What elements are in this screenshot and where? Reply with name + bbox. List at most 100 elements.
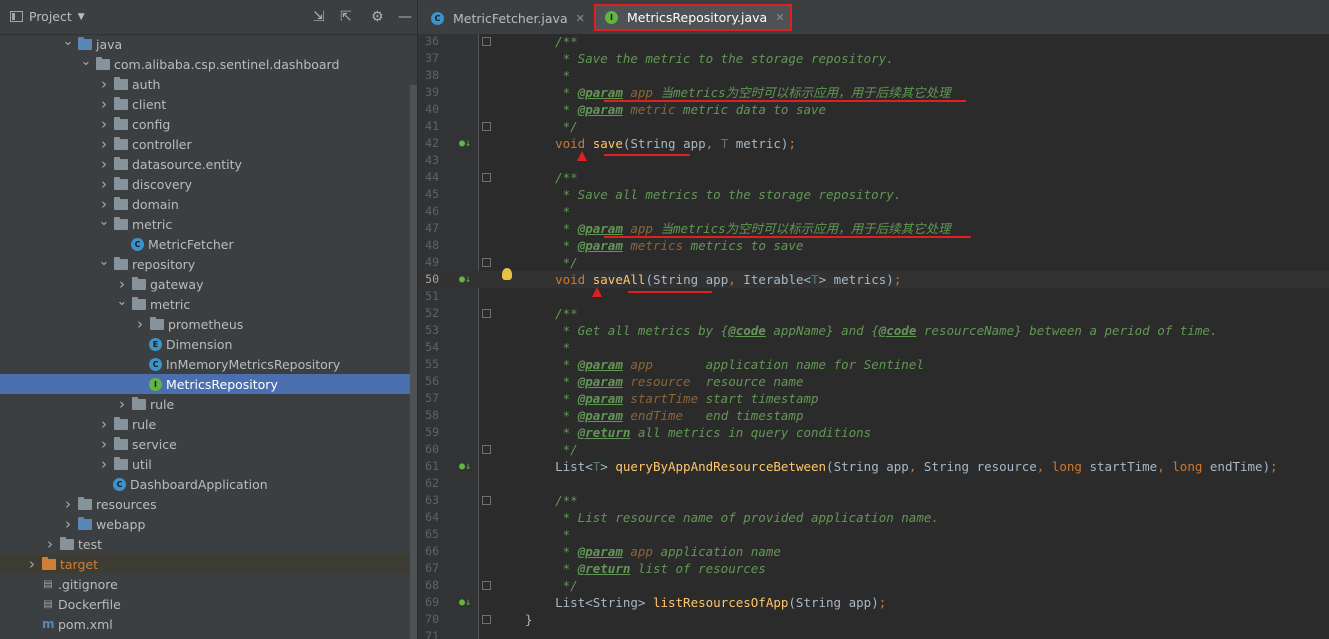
code-line[interactable]: 42 ●↓ void save(String app, T metric); bbox=[418, 135, 1329, 152]
project-view-selector[interactable]: Project ▼ bbox=[10, 9, 85, 24]
implemented-marker-icon[interactable]: ●↓ bbox=[459, 458, 471, 475]
code-line[interactable]: 60 */ bbox=[418, 441, 1329, 458]
code-line[interactable]: 64 * List resource name of provided appl… bbox=[418, 509, 1329, 526]
code-line[interactable]: 51 bbox=[418, 288, 1329, 305]
code-line[interactable]: 49 */ bbox=[418, 254, 1329, 271]
code-line[interactable]: 54 * bbox=[418, 339, 1329, 356]
code-line[interactable]: 36 /** bbox=[418, 34, 1329, 50]
chevron-right-icon[interactable]: › bbox=[98, 75, 110, 93]
chevron-right-icon[interactable]: › bbox=[98, 455, 110, 473]
tree-item[interactable]: › controller bbox=[0, 134, 417, 154]
code-line[interactable]: 63 /** bbox=[418, 492, 1329, 509]
code-line[interactable]: 56 * @param resource resource name bbox=[418, 373, 1329, 390]
tree-item[interactable]: ▤ .gitignore bbox=[0, 574, 417, 594]
implemented-marker-icon[interactable]: ●↓ bbox=[459, 271, 471, 288]
code-line[interactable]: 71 bbox=[418, 628, 1329, 639]
close-icon[interactable]: ✕ bbox=[576, 12, 585, 25]
tree-item[interactable]: › domain bbox=[0, 194, 417, 214]
minimize-icon[interactable]: — bbox=[398, 9, 412, 25]
code-line[interactable]: 45 * Save all metrics to the storage rep… bbox=[418, 186, 1329, 203]
tree-item[interactable]: › rule bbox=[0, 394, 417, 414]
code-line[interactable]: 37 * Save the metric to the storage repo… bbox=[418, 50, 1329, 67]
tree-item[interactable]: › rule bbox=[0, 414, 417, 434]
code-line[interactable]: 66 * @param app application name bbox=[418, 543, 1329, 560]
code-line[interactable]: 39 * @param app 当metrics为空时可以标示应用，用于后续其它… bbox=[418, 84, 1329, 101]
implemented-marker-icon[interactable]: ●↓ bbox=[459, 135, 471, 152]
fold-icon[interactable] bbox=[482, 173, 491, 182]
chevron-right-icon[interactable]: › bbox=[98, 155, 110, 173]
fold-icon[interactable] bbox=[482, 496, 491, 505]
chevron-right-icon[interactable]: › bbox=[98, 175, 110, 193]
chevron-right-icon[interactable]: › bbox=[116, 275, 128, 293]
chevron-right-icon[interactable]: › bbox=[62, 495, 74, 513]
chevron-right-icon[interactable]: › bbox=[98, 435, 110, 453]
tree-item[interactable]: ⌄ metric bbox=[0, 214, 417, 234]
tree-item[interactable]: › prometheus bbox=[0, 314, 417, 334]
code-line[interactable]: 65 * bbox=[418, 526, 1329, 543]
tree-item[interactable]: ▤ Dockerfile bbox=[0, 594, 417, 614]
chevron-right-icon[interactable]: › bbox=[98, 415, 110, 433]
fold-icon[interactable] bbox=[482, 122, 491, 131]
collapse-all-icon[interactable]: ⇱ bbox=[340, 9, 352, 25]
code-line[interactable]: 41 */ bbox=[418, 118, 1329, 135]
code-line[interactable]: 38 * bbox=[418, 67, 1329, 84]
tree-item[interactable]: m pom.xml bbox=[0, 614, 417, 634]
tree-item[interactable]: › client bbox=[0, 94, 417, 114]
chevron-right-icon[interactable]: › bbox=[98, 195, 110, 213]
tree-item[interactable]: › auth bbox=[0, 74, 417, 94]
tree-item[interactable]: C MetricFetcher bbox=[0, 234, 417, 254]
implemented-marker-icon[interactable]: ●↓ bbox=[459, 594, 471, 611]
chevron-right-icon[interactable]: › bbox=[44, 535, 56, 553]
chevron-down-icon[interactable]: ⌄ bbox=[116, 294, 128, 309]
expand-all-icon[interactable]: ⇲ bbox=[313, 9, 325, 25]
tree-item[interactable]: I MetricsRepository bbox=[0, 374, 417, 394]
code-line[interactable]: 62 bbox=[418, 475, 1329, 492]
code-line[interactable]: 48 * @param metrics metrics to save bbox=[418, 237, 1329, 254]
chevron-right-icon[interactable]: › bbox=[116, 395, 128, 413]
code-line[interactable]: 46 * bbox=[418, 203, 1329, 220]
tree-item[interactable]: ⌄ repository bbox=[0, 254, 417, 274]
chevron-right-icon[interactable]: › bbox=[26, 555, 38, 573]
code-line[interactable]: 50 ●↓ void saveAll(String app, Iterable<T… bbox=[418, 271, 1329, 288]
fold-icon[interactable] bbox=[482, 581, 491, 590]
tree-item[interactable]: › test bbox=[0, 534, 417, 554]
fold-icon[interactable] bbox=[482, 258, 491, 267]
code-line[interactable]: 68 */ bbox=[418, 577, 1329, 594]
chevron-right-icon[interactable]: › bbox=[62, 515, 74, 533]
tree-item[interactable]: › config bbox=[0, 114, 417, 134]
tree-item[interactable]: › service bbox=[0, 434, 417, 454]
code-line[interactable]: 55 * @param app application name for Sen… bbox=[418, 356, 1329, 373]
scrollbar[interactable] bbox=[410, 85, 417, 639]
chevron-right-icon[interactable]: › bbox=[98, 115, 110, 133]
tree-item[interactable]: C DashboardApplication bbox=[0, 474, 417, 494]
code-line[interactable]: 69 ●↓ List<String> listResourcesOfApp(Str… bbox=[418, 594, 1329, 611]
code-line[interactable]: 40 * @param metric metric data to save bbox=[418, 101, 1329, 118]
code-line[interactable]: 57 * @param startTime start timestamp bbox=[418, 390, 1329, 407]
tree-item[interactable]: › resources bbox=[0, 494, 417, 514]
fold-icon[interactable] bbox=[482, 309, 491, 318]
code-editor[interactable]: 36 /** 37 * Save the metric to the storag… bbox=[418, 34, 1329, 639]
chevron-down-icon[interactable]: ⌄ bbox=[98, 214, 110, 229]
code-line[interactable]: 59 * @return all metrics in query condit… bbox=[418, 424, 1329, 441]
tree-item[interactable]: ⌄ metric bbox=[0, 294, 417, 314]
chevron-down-icon[interactable]: ⌄ bbox=[80, 54, 92, 69]
fold-icon[interactable] bbox=[482, 445, 491, 454]
tab-metricfetcher[interactable]: C MetricFetcher.java ✕ bbox=[422, 4, 591, 32]
tree-item[interactable]: E Dimension bbox=[0, 334, 417, 354]
code-line[interactable]: 47 * @param app 当metrics为空时可以标示应用，用于后续其它… bbox=[418, 220, 1329, 237]
tree-item[interactable]: › discovery bbox=[0, 174, 417, 194]
tree-item[interactable]: › webapp bbox=[0, 514, 417, 534]
code-line[interactable]: 70} bbox=[418, 611, 1329, 628]
tree-item[interactable]: ⌄ java bbox=[0, 34, 417, 54]
close-icon[interactable]: ✕ bbox=[775, 11, 784, 24]
tab-metricsrepository[interactable]: I MetricsRepository.java ✕ bbox=[594, 4, 793, 31]
chevron-right-icon[interactable]: › bbox=[134, 315, 146, 333]
tree-item[interactable]: › target bbox=[0, 554, 417, 574]
chevron-right-icon[interactable]: › bbox=[98, 95, 110, 113]
code-line[interactable]: 53 * Get all metrics by {@code appName} … bbox=[418, 322, 1329, 339]
tree-item[interactable]: C InMemoryMetricsRepository bbox=[0, 354, 417, 374]
tree-item[interactable]: › util bbox=[0, 454, 417, 474]
tree-item[interactable]: ⌄ com.alibaba.csp.sentinel.dashboard bbox=[0, 54, 417, 74]
fold-icon[interactable] bbox=[482, 37, 491, 46]
code-line[interactable]: 52 /** bbox=[418, 305, 1329, 322]
